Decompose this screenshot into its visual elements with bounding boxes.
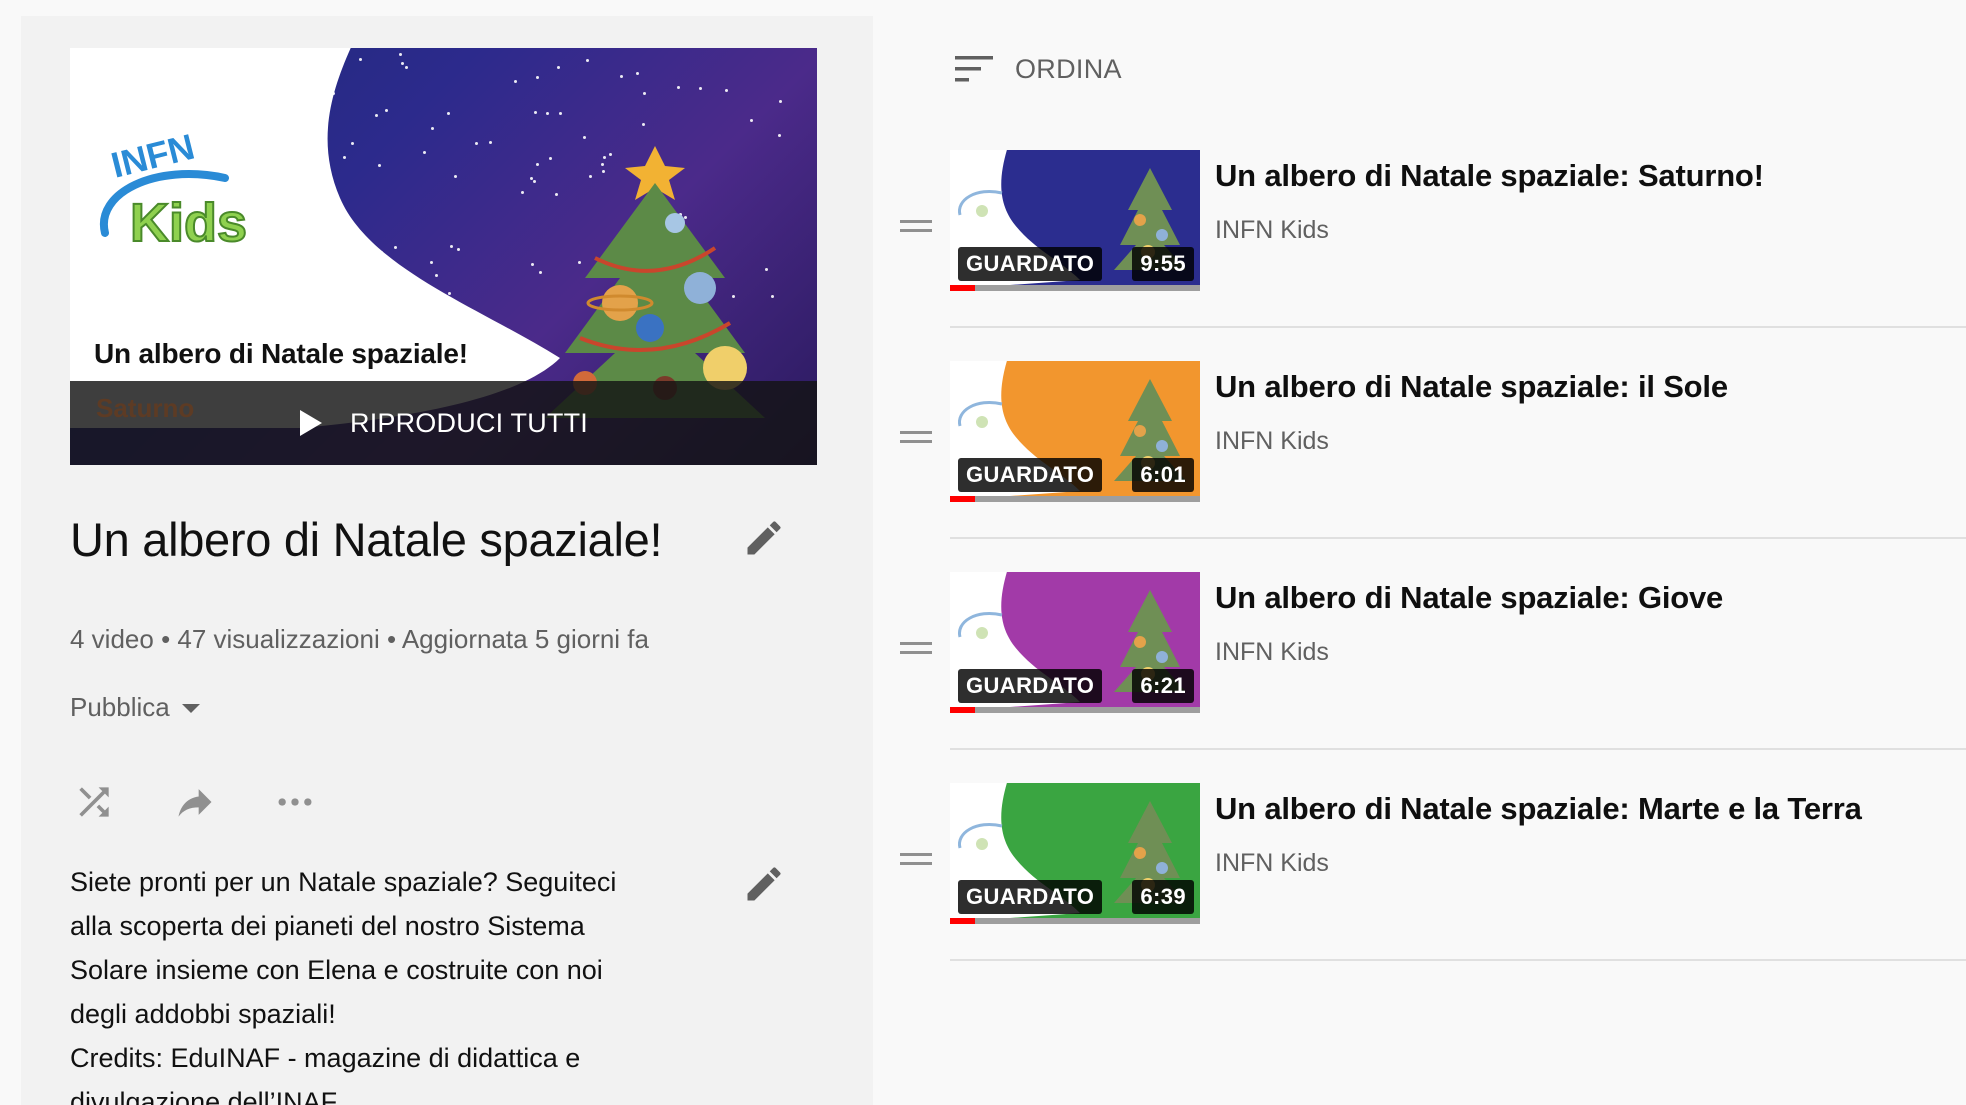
video-thumbnail[interactable]: GUARDATO 6:39 — [950, 783, 1200, 924]
playlist-video-row[interactable]: GUARDATO 6:21 Un albero di Natale spazia… — [890, 572, 1966, 784]
star-dot — [750, 119, 754, 123]
play-icon — [300, 410, 322, 436]
channel-name-link[interactable]: INFN Kids — [1215, 638, 1329, 667]
video-thumbnail[interactable]: GUARDATO 6:01 — [950, 361, 1200, 502]
edit-description-pencil-icon[interactable] — [742, 862, 786, 906]
infn-kids-mini-logo — [958, 190, 1003, 217]
playlist-video-row[interactable]: GUARDATO 6:01 Un albero di Natale spazia… — [890, 361, 1966, 573]
faded-caption: Saturno — [96, 393, 195, 423]
infn-kids-logo: INFN Kids — [99, 126, 248, 254]
infn-kids-mini-logo — [958, 612, 1003, 639]
edit-title-pencil-icon[interactable] — [742, 516, 786, 560]
playlist-stats: 4 video • 47 visualizzazioni • Aggiornat… — [70, 624, 649, 654]
duration-badge: 6:01 — [1132, 458, 1194, 492]
playlist-video-row[interactable]: GUARDATO 6:39 Un albero di Natale spazia… — [890, 783, 1966, 995]
play-all-button[interactable]: Saturno RIPRODUCI TUTTI — [70, 381, 817, 465]
channel-name-link[interactable]: INFN Kids — [1215, 427, 1329, 456]
description-line: degli addobbi spaziali! — [70, 999, 336, 1029]
watch-progress-track — [950, 285, 1200, 291]
sort-label: ORDINA — [1015, 53, 1122, 84]
row-divider — [950, 959, 1966, 961]
infn-kids-mini-logo — [958, 823, 1003, 850]
duration-badge: 6:39 — [1132, 880, 1194, 914]
drag-handle-icon[interactable] — [900, 642, 932, 664]
description-line: Solare insieme con Elena e costruite con… — [70, 955, 603, 985]
star-dot — [778, 100, 782, 104]
star-dot — [619, 74, 623, 78]
watch-progress-fill — [950, 707, 975, 713]
playlist-video-row[interactable]: GUARDATO 9:55 Un albero di Natale spazia… — [890, 150, 1966, 362]
watched-badge: GUARDATO — [958, 880, 1103, 914]
playlist-title: Un albero di Natale spaziale! — [70, 513, 663, 566]
channel-name-link[interactable]: INFN Kids — [1215, 216, 1329, 245]
duration-badge: 9:55 — [1132, 247, 1194, 281]
playlist-hero-thumbnail[interactable]: INFN Kids Un albero di Natale spaziale! … — [70, 48, 817, 465]
description-line: Siete pronti per un Natale spaziale? Seg… — [70, 867, 617, 897]
row-divider — [950, 537, 1966, 539]
watch-progress-fill — [950, 496, 975, 502]
play-all-label: RIPRODUCI TUTTI — [350, 407, 588, 438]
privacy-label: Pubblica — [70, 692, 170, 722]
star-dot — [642, 123, 646, 127]
row-divider — [950, 748, 1966, 750]
description-line: divulgazione dell’INAF — [70, 1087, 338, 1105]
star-dot — [642, 92, 646, 96]
privacy-dropdown[interactable]: Pubblica — [70, 692, 200, 723]
video-title-link[interactable]: Un albero di Natale spaziale: il Sole — [1215, 369, 1728, 405]
sort-button[interactable]: ORDINA — [953, 52, 1122, 86]
drag-handle-icon[interactable] — [900, 853, 932, 875]
star-dot — [676, 85, 680, 89]
watch-progress-fill — [950, 285, 975, 291]
more-options-icon[interactable] — [273, 780, 317, 824]
watched-badge: GUARDATO — [958, 247, 1103, 281]
caret-down-icon — [181, 704, 200, 713]
drag-handle-icon[interactable] — [900, 220, 932, 242]
sort-icon — [955, 56, 993, 82]
video-title-link[interactable]: Un albero di Natale spaziale: Saturno! — [1215, 158, 1764, 194]
watched-badge: GUARDATO — [958, 669, 1103, 703]
share-icon[interactable] — [173, 780, 217, 824]
watch-progress-track — [950, 496, 1200, 502]
video-title-link[interactable]: Un albero di Natale spaziale: Marte e la… — [1215, 791, 1862, 827]
watched-badge: GUARDATO — [958, 458, 1103, 492]
description-line: alla scoperta dei pianeti del nostro Sis… — [70, 911, 585, 941]
video-thumbnail[interactable]: GUARDATO 9:55 — [950, 150, 1200, 291]
star-dot — [699, 87, 703, 91]
duration-badge: 6:21 — [1132, 669, 1194, 703]
channel-name-link[interactable]: INFN Kids — [1215, 849, 1329, 878]
description-line: Credits: EduINAF - magazine di didattica… — [70, 1043, 581, 1073]
watch-progress-fill — [950, 918, 975, 924]
video-thumbnail[interactable]: GUARDATO 6:21 — [950, 572, 1200, 713]
drag-handle-icon[interactable] — [900, 431, 932, 453]
shuffle-icon[interactable] — [72, 780, 116, 824]
video-title-link[interactable]: Un albero di Natale spaziale: Giove — [1215, 580, 1723, 616]
watch-progress-track — [950, 707, 1200, 713]
star-dot — [724, 89, 728, 93]
playlist-description: Siete pronti per un Natale spaziale? Seg… — [70, 860, 690, 1105]
svg-text:Kids: Kids — [130, 193, 247, 253]
playlist-sidebar: INFN Kids Un albero di Natale spaziale! … — [21, 16, 873, 1105]
watch-progress-track — [950, 918, 1200, 924]
hero-subtitle: Un albero di Natale spaziale! — [94, 338, 468, 369]
row-divider — [950, 326, 1966, 328]
infn-kids-mini-logo — [958, 401, 1003, 428]
star-dot — [635, 72, 639, 76]
